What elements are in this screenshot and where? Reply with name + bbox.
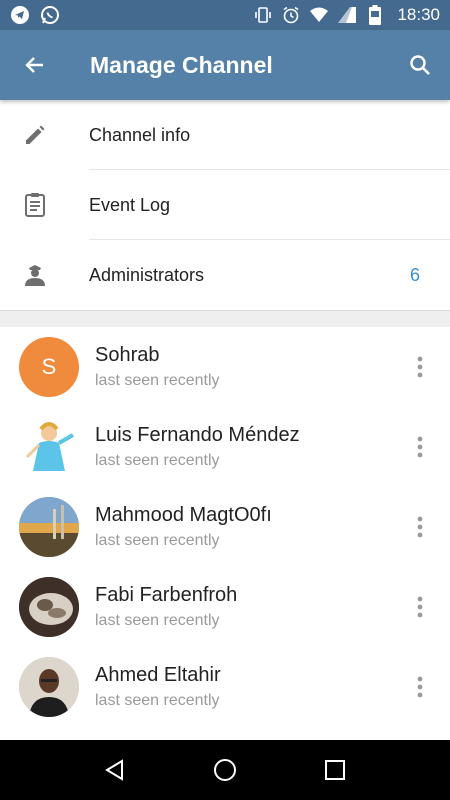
search-icon [410,55,430,75]
menu-item-label: Administrators [89,264,205,285]
member-name: Luis Fernando Méndez [95,424,300,446]
menu-item-channel-info[interactable]: Channel info [0,100,450,170]
telegram-icon [10,5,30,25]
clipboard-icon [0,192,70,218]
nav-home-button[interactable] [205,750,245,790]
more-options-button[interactable] [408,595,432,619]
more-vertical-icon [417,356,423,378]
pencil-icon [0,123,70,147]
avatar: S [19,337,79,397]
menu-item-label: Event Log [89,194,171,215]
more-vertical-icon [417,596,423,618]
arrow-back-icon [25,57,43,73]
wifi-icon [309,5,329,25]
manage-menu: Channel info Event Log Administrators 6 [0,100,450,310]
more-vertical-icon [417,516,423,538]
more-options-button[interactable] [408,515,432,539]
member-status: last seen recently [95,452,220,469]
list-item[interactable]: Ahmed Eltahir last seen recently [0,647,450,727]
avatar [19,417,79,477]
list-item[interactable]: Luis Fernando Méndez last seen recently [0,407,450,487]
avatar-initial: S [41,354,57,379]
sim-icon [337,5,357,25]
system-nav-bar [0,740,450,800]
nav-recents-icon [325,760,345,780]
member-status: last seen recently [95,532,220,549]
admin-count-badge: 6 [409,264,420,285]
more-vertical-icon [417,676,423,698]
list-item[interactable]: S Sohrab last seen recently [0,327,450,407]
member-status: last seen recently [95,692,220,709]
status-bar: 18:30 [0,0,450,30]
member-name: Ahmed Eltahir [95,664,221,686]
nav-back-button[interactable] [95,750,135,790]
search-button[interactable] [390,30,450,100]
admin-icon [0,262,70,288]
whatsapp-icon [40,5,60,25]
menu-item-administrators[interactable]: Administrators 6 [0,240,450,310]
nav-home-icon [214,759,236,781]
alarm-icon [281,5,301,25]
list-item[interactable]: Fabi Farbenfroh last seen recently [0,567,450,647]
avatar [19,497,79,557]
battery-icon [365,5,385,25]
more-options-button[interactable] [408,435,432,459]
back-button[interactable] [0,30,70,100]
list-item[interactable]: Mahmood MagtO0fı last seen recently [0,487,450,567]
member-status: last seen recently [95,372,220,389]
menu-item-event-log[interactable]: Event Log [0,170,450,240]
nav-recents-button[interactable] [315,750,355,790]
more-vertical-icon [417,436,423,458]
more-options-button[interactable] [408,675,432,699]
menu-item-label: Channel info [89,124,191,145]
vibrate-icon [253,5,273,25]
app-bar: Manage Channel [0,30,450,100]
page-title: Manage Channel [90,51,273,78]
status-time: 18:30 [397,5,440,24]
avatar [19,657,79,717]
member-name: Sohrab [95,344,160,366]
member-list: S Sohrab last seen recently Luis Fernand… [0,327,450,727]
member-status: last seen recently [95,612,220,629]
section-divider [0,310,450,327]
member-name: Fabi Farbenfroh [95,584,238,606]
avatar [19,577,79,637]
member-name: Mahmood MagtO0fı [95,504,272,526]
nav-back-icon [105,759,123,781]
more-options-button[interactable] [408,355,432,379]
